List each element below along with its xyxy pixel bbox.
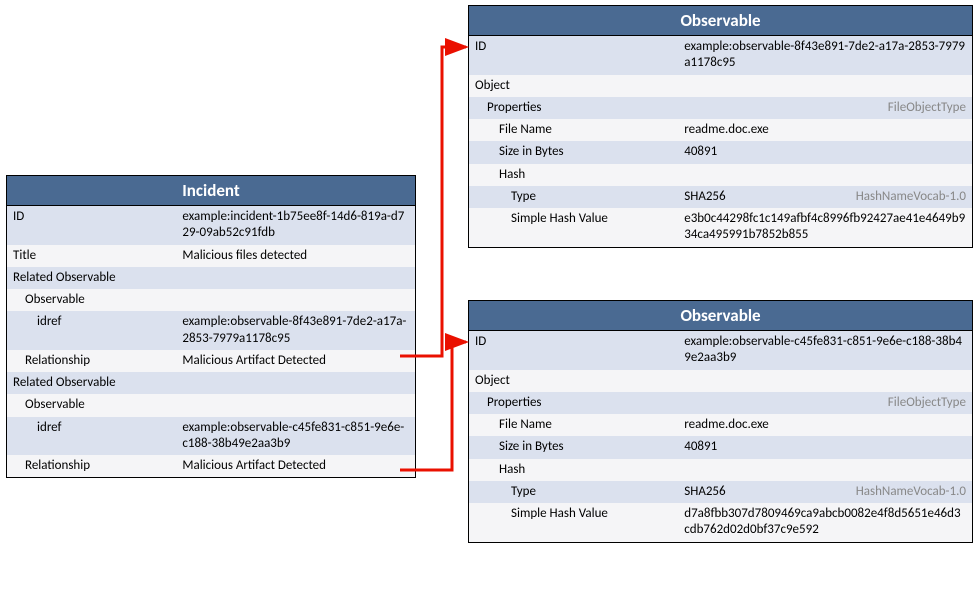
value: 40891: [680, 436, 972, 458]
obs2-row-object: Object: [469, 370, 972, 392]
value: [680, 459, 972, 481]
value: Malicious Artifact Detected: [178, 350, 415, 372]
label: Simple Hash Value: [469, 208, 680, 247]
label: Properties: [469, 97, 680, 119]
props-annot: FileObjectType: [888, 395, 966, 411]
label: idref: [7, 417, 178, 456]
obs1-row-hash: Hash: [469, 164, 972, 186]
incident-row-relobs-a: Related Observable: [7, 267, 415, 289]
value: Malicious files detected: [178, 245, 415, 267]
label: Related Observable: [7, 372, 178, 394]
label: Type: [469, 186, 680, 208]
type-annot: HashNameVocab-1.0: [856, 484, 966, 500]
incident-row-idref-b: idref example:observable-c45fe831-c851-9…: [7, 417, 415, 456]
label: Relationship: [7, 350, 178, 372]
obs2-row-id: ID example:observable-c45fe831-c851-9e6e…: [469, 331, 972, 370]
value: [178, 289, 415, 311]
obs1-row-type: Type SHA256 HashNameVocab-1.0: [469, 186, 972, 208]
label: Hash: [469, 459, 680, 481]
obs1-row-size: Size in Bytes 40891: [469, 141, 972, 163]
value: example:incident-1b75ee8f-14d6-819a-d729…: [178, 206, 415, 245]
value: [178, 267, 415, 289]
obs2-row-shv: Simple Hash Value d7a8fbb307d7809469ca9a…: [469, 503, 972, 542]
value: [680, 164, 972, 186]
value: 40891: [680, 141, 972, 163]
value: [680, 75, 972, 97]
incident-row-relobs-b: Related Observable: [7, 372, 415, 394]
obs1-row-id: ID example:observable-8f43e891-7de2-a17a…: [469, 36, 972, 75]
value: example:observable-8f43e891-7de2-a17a-28…: [178, 311, 415, 350]
value: example:observable-c45fe831-c851-9e6e-c1…: [178, 417, 415, 456]
label: Type: [469, 481, 680, 503]
obs1-row-shv: Simple Hash Value e3b0c44298fc1c149afbf4…: [469, 208, 972, 247]
obs1-row-props: Properties FileObjectType: [469, 97, 972, 119]
observable2-title: Observable: [469, 301, 972, 331]
label: Observable: [7, 394, 178, 416]
props-annot: FileObjectType: [888, 100, 966, 116]
value: [680, 370, 972, 392]
observable2-box: Observable ID example:observable-c45fe83…: [468, 300, 973, 543]
value: example:observable-8f43e891-7de2-a17a-28…: [680, 36, 972, 75]
label: idref: [7, 311, 178, 350]
value: Malicious Artifact Detected: [178, 455, 415, 477]
observable1-title: Observable: [469, 6, 972, 36]
incident-row-obs-b: Observable: [7, 394, 415, 416]
label: Size in Bytes: [469, 141, 680, 163]
label: Simple Hash Value: [469, 503, 680, 542]
label: Hash: [469, 164, 680, 186]
value: FileObjectType: [680, 392, 972, 414]
incident-row-rel-a: Relationship Malicious Artifact Detected: [7, 350, 415, 372]
value: FileObjectType: [680, 97, 972, 119]
label: File Name: [469, 119, 680, 141]
value: readme.doc.exe: [680, 119, 972, 141]
label: ID: [469, 36, 680, 75]
value: [178, 372, 415, 394]
obs1-row-object: Object: [469, 75, 972, 97]
type-annot: HashNameVocab-1.0: [856, 189, 966, 205]
label: Object: [469, 370, 680, 392]
diagram-canvas: Incident ID example:incident-1b75ee8f-14…: [0, 0, 980, 597]
incident-row-rel-b: Relationship Malicious Artifact Detected: [7, 455, 415, 477]
value: SHA256 HashNameVocab-1.0: [680, 186, 972, 208]
label: Title: [7, 245, 178, 267]
value: SHA256 HashNameVocab-1.0: [680, 481, 972, 503]
type-value: SHA256: [684, 484, 725, 499]
observable1-box: Observable ID example:observable-8f43e89…: [468, 5, 973, 248]
type-value: SHA256: [684, 189, 725, 204]
label: Relationship: [7, 455, 178, 477]
label: File Name: [469, 414, 680, 436]
obs2-row-props: Properties FileObjectType: [469, 392, 972, 414]
label: Properties: [469, 392, 680, 414]
label: ID: [469, 331, 680, 370]
incident-title: Incident: [7, 176, 415, 206]
value: example:observable-c45fe831-c851-9e6e-c1…: [680, 331, 972, 370]
label: Related Observable: [7, 267, 178, 289]
incident-row-obs-a: Observable: [7, 289, 415, 311]
obs2-row-type: Type SHA256 HashNameVocab-1.0: [469, 481, 972, 503]
value: readme.doc.exe: [680, 414, 972, 436]
value: d7a8fbb307d7809469ca9abcb0082e4f8d5651e4…: [680, 503, 972, 542]
label: Observable: [7, 289, 178, 311]
label: Object: [469, 75, 680, 97]
value: [178, 394, 415, 416]
incident-row-id: ID example:incident-1b75ee8f-14d6-819a-d…: [7, 206, 415, 245]
obs2-row-hash: Hash: [469, 459, 972, 481]
incident-row-title: Title Malicious files detected: [7, 245, 415, 267]
label: ID: [7, 206, 178, 245]
obs1-row-fname: File Name readme.doc.exe: [469, 119, 972, 141]
incident-row-idref-a: idref example:observable-8f43e891-7de2-a…: [7, 311, 415, 350]
obs2-row-fname: File Name readme.doc.exe: [469, 414, 972, 436]
label: Size in Bytes: [469, 436, 680, 458]
value: e3b0c44298fc1c149afbf4c8996fb92427ae41e4…: [680, 208, 972, 247]
incident-box: Incident ID example:incident-1b75ee8f-14…: [6, 175, 416, 478]
obs2-row-size: Size in Bytes 40891: [469, 436, 972, 458]
